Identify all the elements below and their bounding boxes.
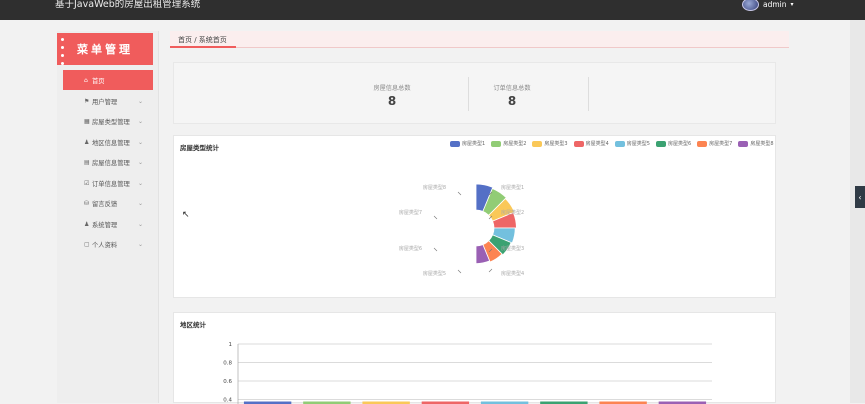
chevron-down-icon: ⌄: [138, 139, 143, 146]
top-bar: 基于JavaWeb的房屋出租管理系统 admin ▾: [0, 0, 865, 20]
rose-label: 房屋类型4: [501, 270, 524, 277]
avatar[interactable]: [742, 0, 759, 11]
menu-icon: ⌂: [84, 77, 88, 84]
rose-chart: 房屋类型1 房屋类型2 房屋类型3 房屋类型4 房屋类型5 房屋类型6 房屋类型7 房屋类型8: [174, 136, 777, 299]
chevron-left-icon: ‹: [858, 193, 861, 202]
y-tick-label: 0.8: [223, 361, 232, 367]
chevron-down-icon: ⌄: [138, 118, 143, 125]
y-tick-label: 0.6: [223, 379, 232, 385]
caret-down-icon[interactable]: ▾: [791, 1, 794, 8]
logo-dots-icon: [61, 38, 64, 65]
user-name[interactable]: admin: [763, 0, 787, 9]
menu-icon: ⛁: [84, 200, 89, 207]
sidebar-item-label: 个人资料: [92, 240, 117, 249]
rose-label: 房屋类型7: [399, 209, 422, 216]
menu-icon: ▦: [84, 118, 90, 125]
breadcrumb: 首页 / 系统首页: [170, 31, 789, 48]
sidebar-item-label: 地区信息管理: [92, 138, 130, 147]
house-type-chart-card: 房屋类型统计 房屋类型1房屋类型2房屋类型3房屋类型4房屋类型5房屋类型6房屋类…: [173, 135, 776, 298]
sidebar-item-label: 订单信息管理: [92, 179, 130, 188]
stat-value: 8: [332, 94, 452, 108]
sidebar-item-label: 首页: [92, 76, 105, 85]
rose-label: 房屋类型1: [501, 184, 524, 191]
menu-icon: ▢: [84, 241, 90, 248]
stat-divider: [588, 77, 589, 111]
sidebar-toggle-button[interactable]: ‹: [855, 186, 865, 208]
chevron-down-icon: ⌄: [138, 200, 143, 207]
menu-icon: ♟: [84, 221, 89, 228]
sidebar-menu: ⌂首页⚑用户管理⌄▦房屋类型管理⌄♟地区信息管理⌄▤房屋信息管理⌄☑订单信息管理…: [63, 70, 153, 255]
sidebar-item-3[interactable]: ♟地区信息管理 ⌄: [63, 132, 153, 153]
sidebar-item-5[interactable]: ☑订单信息管理 ⌄: [63, 173, 153, 194]
sidebar-item-1[interactable]: ⚑用户管理 ⌄: [63, 91, 153, 112]
chevron-down-icon: ⌄: [138, 159, 143, 166]
sidebar-item-label: 留言反馈: [92, 199, 117, 208]
stat-house-count: 房屋信息总数 8: [332, 63, 452, 123]
stat-label: 房屋信息总数: [332, 83, 452, 92]
rose-label-line: [489, 269, 492, 272]
chevron-down-icon: ⌄: [138, 98, 143, 105]
rose-label: 房屋类型2: [501, 209, 524, 216]
sidebar-item-4[interactable]: ▤房屋信息管理 ⌄: [63, 153, 153, 174]
chevron-down-icon: ⌄: [138, 180, 143, 187]
sidebar: 菜单管理 ⌂首页⚑用户管理⌄▦房屋类型管理⌄♟地区信息管理⌄▤房屋信息管理⌄☑订…: [57, 31, 159, 403]
region-chart-card: 地区统计 0.40.60.81: [173, 312, 776, 403]
breadcrumb-underline: [170, 46, 236, 48]
sidebar-item-8[interactable]: ▢个人资料 ⌄: [63, 235, 153, 256]
rose-label-line: [458, 192, 461, 195]
stat-label: 订单信息总数: [452, 83, 572, 92]
rose-label: 房屋类型8: [423, 184, 446, 191]
app-title: 基于JavaWeb的房屋出租管理系统: [55, 0, 200, 10]
chevron-down-icon: ⌄: [138, 221, 143, 228]
rose-label-line: [458, 270, 461, 273]
stat-value: 8: [452, 94, 572, 108]
sidebar-item-0[interactable]: ⌂ 首页: [63, 70, 153, 90]
sidebar-logo: 菜单管理: [57, 33, 153, 65]
bar-chart: 0.40.60.81: [174, 313, 777, 404]
rose-label: 房屋类型5: [423, 270, 446, 277]
rose-label: 房屋类型6: [399, 245, 422, 252]
right-edge-panel: [850, 20, 865, 403]
logo-text: 菜单管理: [77, 41, 133, 57]
menu-icon: ▤: [84, 159, 90, 166]
y-tick-label: 1: [229, 342, 233, 348]
breadcrumb-text[interactable]: 首页 / 系统首页: [178, 35, 227, 45]
menu-icon: ⚑: [84, 98, 89, 105]
rose-label-line: [434, 216, 437, 219]
stats-panel: 房屋信息总数 8 订单信息总数 8: [173, 62, 776, 124]
user-menu[interactable]: admin ▾: [742, 0, 794, 11]
rose-label-line: [434, 248, 437, 251]
rose-label: 房屋类型3: [501, 245, 524, 252]
menu-icon: ♟: [84, 139, 89, 146]
menu-icon: ☑: [84, 180, 89, 187]
sidebar-item-6[interactable]: ⛁留言反馈 ⌄: [63, 194, 153, 215]
chevron-down-icon: ⌄: [138, 241, 143, 248]
mouse-cursor-icon: ↖: [182, 210, 190, 220]
stat-order-count: 订单信息总数 8: [452, 63, 572, 123]
sidebar-item-label: 系统管理: [92, 220, 117, 229]
sidebar-item-label: 房屋信息管理: [92, 158, 130, 167]
sidebar-item-label: 用户管理: [92, 97, 117, 106]
sidebar-item-7[interactable]: ♟系统管理 ⌄: [63, 214, 153, 235]
sidebar-item-2[interactable]: ▦房屋类型管理 ⌄: [63, 112, 153, 133]
sidebar-item-label: 房屋类型管理: [92, 117, 130, 126]
